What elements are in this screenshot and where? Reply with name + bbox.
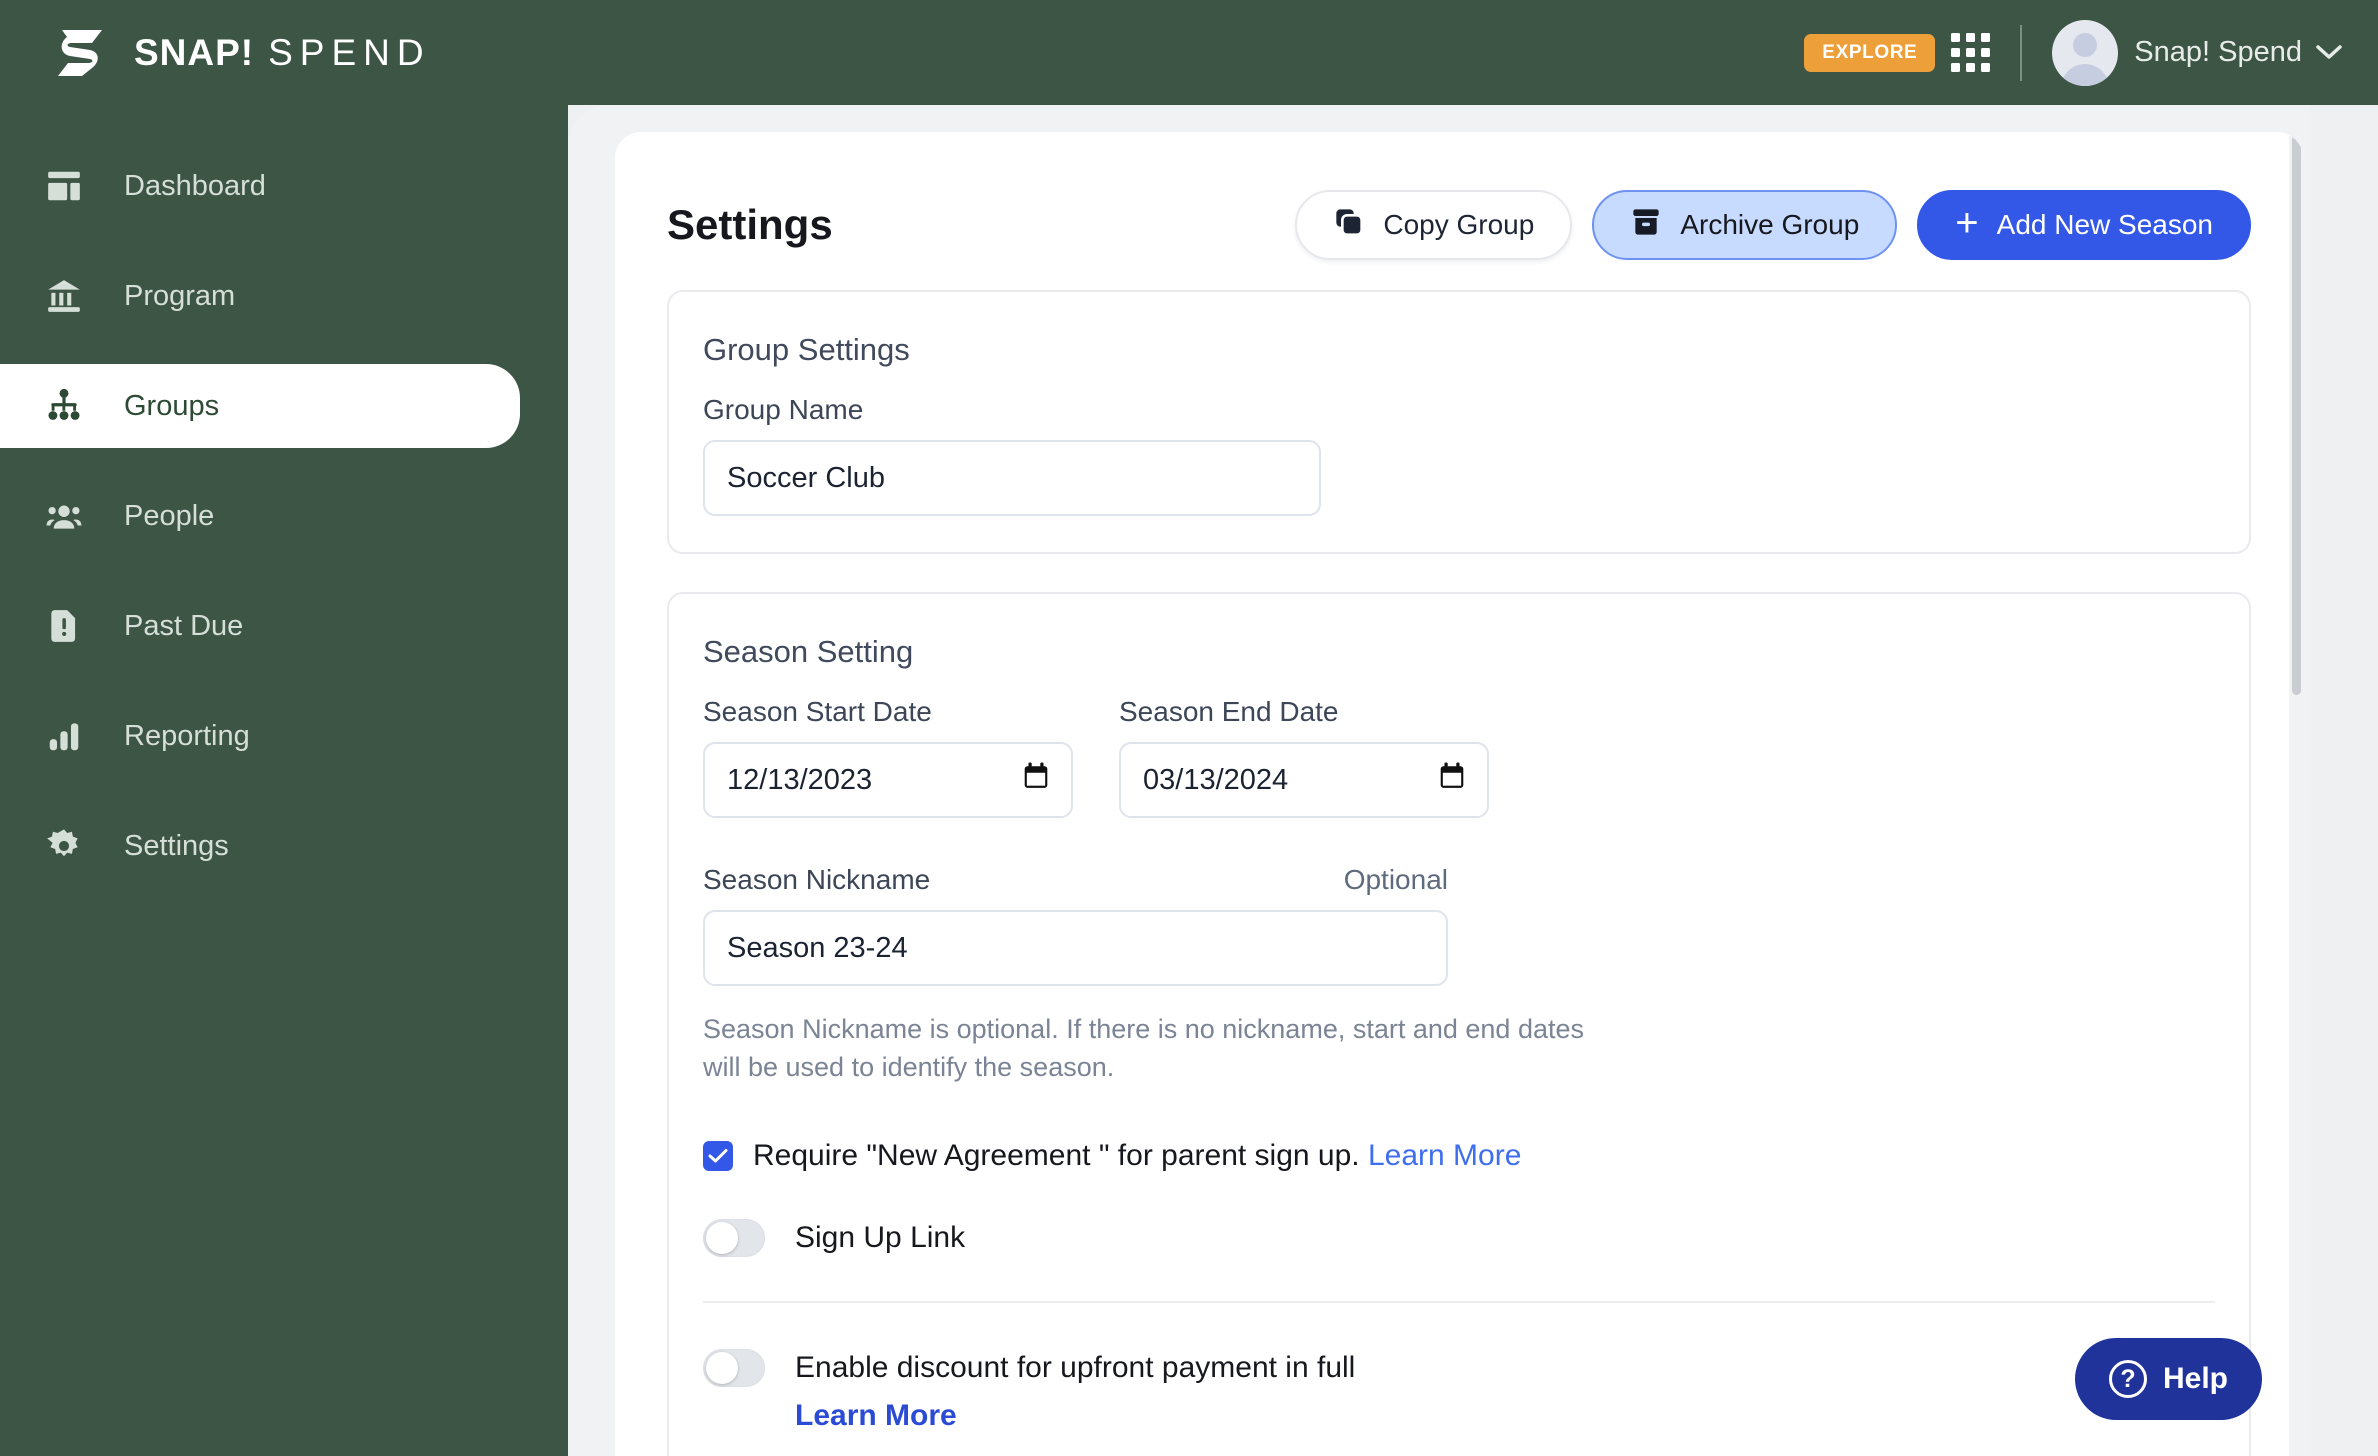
scrollbar-thumb[interactable] (2292, 135, 2301, 695)
season-nickname-value: Season 23-24 (727, 931, 908, 964)
season-end-date-field: Season End Date 03/13/2024 (1119, 696, 1489, 818)
content-shell: Settings Copy Group Archive Group + Add … (568, 105, 2310, 1456)
season-start-date-field: Season Start Date 12/13/2023 (703, 696, 1073, 818)
season-nickname-input[interactable]: Season 23-24 (703, 910, 1448, 986)
signup-link-toggle[interactable] (703, 1218, 765, 1257)
bar-chart-icon (44, 716, 84, 756)
help-label: Help (2162, 1362, 2228, 1395)
sidebar-item-reporting[interactable]: Reporting (0, 699, 568, 773)
group-name-label: Group Name (703, 394, 864, 425)
group-name-value: Soccer Club (727, 461, 885, 494)
sidebar-item-label: Dashboard (124, 169, 266, 202)
brand-logo-text: SNAP! SPEND (134, 31, 431, 73)
top-bar-right: EXPLORE Snap! Spend (1804, 19, 2342, 86)
header-actions: Copy Group Archive Group + Add New Seaso… (1295, 190, 2251, 260)
chevron-down-icon[interactable] (2316, 39, 2342, 66)
add-new-season-button[interactable]: + Add New Season (1917, 190, 2251, 260)
agreement-label: Require "New Agreement " for parent sign… (753, 1139, 1521, 1173)
season-nickname-header: Season Nickname Optional (703, 864, 1448, 910)
sidebar-item-label: Reporting (124, 719, 250, 752)
agreement-learn-more-link[interactable]: Learn More (1368, 1139, 1521, 1172)
copy-icon (1333, 206, 1365, 245)
agreement-text: Require "New Agreement " for parent sign… (753, 1138, 1360, 1172)
sidebar-item-label: Groups (124, 389, 220, 422)
add-new-season-label: Add New Season (1996, 209, 2213, 240)
sidebar-item-people[interactable]: People (0, 479, 568, 553)
bank-icon (44, 276, 84, 316)
section-divider (703, 1300, 2215, 1303)
avatar[interactable] (2052, 19, 2119, 86)
season-settings-title: Season Setting (703, 634, 914, 669)
vertical-scrollbar[interactable] (2289, 132, 2303, 1456)
sidebar-item-label: Past Due (124, 609, 244, 642)
brand-logo[interactable]: SNAP! SPEND (50, 26, 431, 80)
copy-group-button[interactable]: Copy Group (1295, 190, 1573, 260)
archive-group-button[interactable]: Archive Group (1592, 190, 1898, 260)
agreement-checkbox-row[interactable]: Require "New Agreement " for parent sign… (703, 1139, 2215, 1173)
discount-learn-more-link[interactable]: Learn More (795, 1399, 2215, 1433)
season-start-date-value: 12/13/2023 (727, 763, 873, 796)
discount-label: Enable discount for upfront payment in f… (795, 1350, 1356, 1384)
agreement-checkbox[interactable] (703, 1140, 733, 1171)
season-start-date-label: Season Start Date (703, 696, 932, 727)
season-settings-panel: Season Setting Season Start Date 12/13/2… (667, 592, 2251, 1456)
sidebar-item-label: Program (124, 279, 236, 312)
calendar-icon[interactable] (1023, 762, 1049, 798)
org-chart-icon (44, 386, 84, 426)
group-settings-title: Group Settings (703, 332, 910, 367)
snap-s-logo-icon (50, 26, 112, 80)
sidebar-item-label: Settings (124, 829, 229, 862)
sidebar: Dashboard Program Groups People Past Due (0, 105, 568, 1456)
top-bar: SNAP! SPEND EXPLORE Snap! Spend (0, 0, 2378, 105)
season-end-date-label: Season End Date (1119, 696, 1339, 727)
calendar-icon[interactable] (1439, 762, 1465, 798)
header-divider (2020, 24, 2023, 81)
season-nickname-field: Season Nickname Optional Season 23-24 Se… (703, 864, 2215, 1087)
explore-badge[interactable]: EXPLORE (1804, 33, 1936, 72)
sidebar-item-dashboard[interactable]: Dashboard (0, 149, 568, 223)
season-nickname-hint: Season Nickname is optional. If there is… (703, 1014, 1584, 1083)
group-name-input[interactable]: Soccer Club (703, 440, 1321, 516)
sidebar-item-label: People (124, 499, 215, 532)
alert-doc-icon (44, 606, 84, 646)
sidebar-item-groups[interactable]: Groups (0, 364, 520, 448)
dashboard-icon (44, 166, 84, 206)
archive-group-label: Archive Group (1680, 209, 1860, 240)
user-name[interactable]: Snap! Spend (2134, 36, 2302, 69)
help-button[interactable]: ? Help (2074, 1338, 2262, 1420)
signup-link-row: Sign Up Link (703, 1218, 2215, 1257)
copy-group-label: Copy Group (1383, 209, 1535, 240)
signup-link-label: Sign Up Link (795, 1220, 966, 1254)
group-settings-panel: Group Settings Group Name Soccer Club (667, 290, 2251, 554)
card-header: Settings Copy Group Archive Group + Add … (615, 160, 2303, 290)
app-grid-icon[interactable] (1951, 33, 1991, 72)
gear-icon (44, 826, 84, 866)
question-circle-icon: ? (2108, 1360, 2147, 1398)
season-nickname-label: Season Nickname (703, 864, 931, 895)
season-nickname-optional-tag: Optional (1343, 864, 1448, 895)
sidebar-item-settings[interactable]: Settings (0, 809, 568, 883)
season-start-date-input[interactable]: 12/13/2023 (703, 742, 1073, 818)
page-title: Settings (667, 201, 833, 248)
people-icon (44, 496, 84, 536)
season-end-date-value: 03/13/2024 (1143, 763, 1289, 796)
archive-box-icon (1630, 206, 1662, 245)
season-end-date-input[interactable]: 03/13/2024 (1119, 742, 1489, 818)
sidebar-item-past-due[interactable]: Past Due (0, 589, 568, 663)
sidebar-item-program[interactable]: Program (0, 259, 568, 333)
season-dates-row: Season Start Date 12/13/2023 Season End … (703, 696, 2215, 818)
plus-icon: + (1955, 201, 1979, 245)
discount-row: Enable discount for upfront payment in f… (703, 1348, 2215, 1387)
discount-toggle[interactable] (703, 1348, 765, 1387)
settings-card: Settings Copy Group Archive Group + Add … (615, 132, 2303, 1456)
